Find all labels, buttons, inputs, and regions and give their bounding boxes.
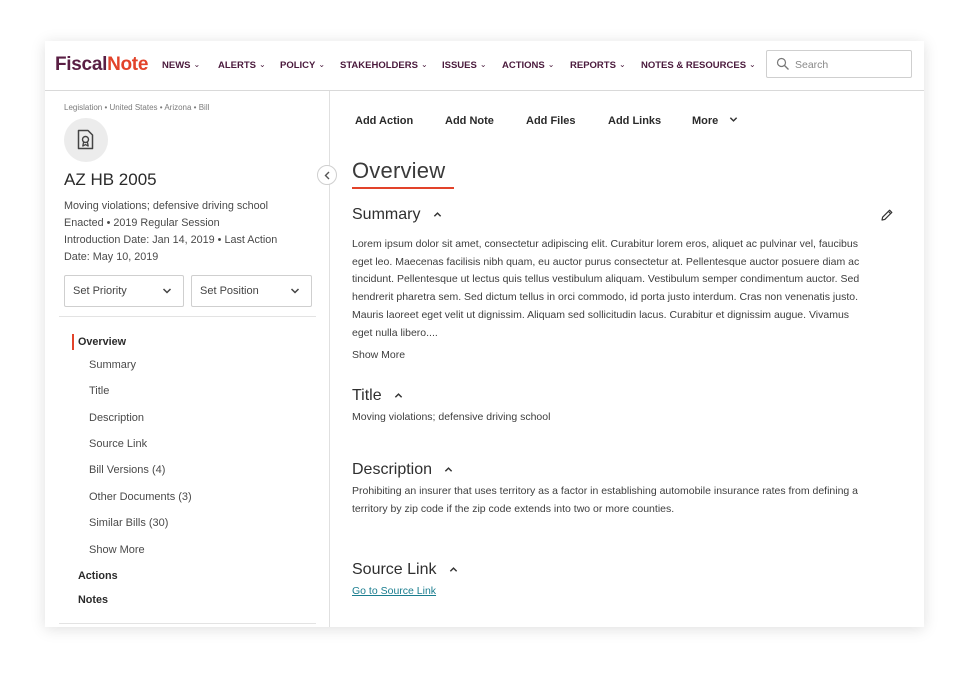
nav-label: NEWS [162,60,191,71]
nav-notes-resources[interactable]: NOTES & RESOURCES ⌄ [641,60,756,71]
toc-show-more[interactable]: Show More [89,544,145,556]
nav-stakeholders[interactable]: STAKEHOLDERS ⌄ [340,60,428,71]
search-icon [776,57,789,70]
divider [59,316,316,317]
search-input[interactable] [793,56,907,74]
nav-news[interactable]: NEWS ⌄ [162,60,200,71]
nav-label: ACTIONS [502,60,545,71]
summary-line: eget nulla libero.... [352,326,438,339]
description-text: Prohibiting an insurer that uses territo… [352,483,908,518]
bill-dates-line2: Date: May 10, 2019 [64,251,159,263]
description-line: territory by zip code if the zip code ex… [352,502,675,515]
more-label: More [692,115,719,127]
chevron-up-icon [394,393,403,399]
bill-document-avatar [64,118,108,162]
nav-reports[interactable]: REPORTS ⌄ [570,60,626,71]
logo-text-fiscal: Fiscal [55,54,108,75]
summary-line: eget leo. Maecenas facilisis nibh quam, … [352,255,860,268]
section-title: Summary [352,206,421,223]
dropdown-label: Set Priority [73,285,127,297]
title-section-toggle[interactable]: Title [352,387,403,405]
breadcrumb: Legislation • United States • Arizona • … [64,103,210,112]
nav-alerts[interactable]: ALERTS ⌄ [218,60,266,71]
chevron-down-icon: ⌄ [420,60,428,69]
bill-status: Enacted • 2019 Regular Session [64,217,220,229]
toc-description[interactable]: Description [89,412,144,424]
summary-line: Mauris laoreet eget velit ut dignissim. … [352,308,850,321]
summary-text: Lorem ipsum dolor sit amet, consectetur … [352,236,908,342]
bill-sidebar: Legislation • United States • Arizona • … [45,91,330,627]
toc-other-documents[interactable]: Other Documents (3) [89,491,192,503]
chevron-up-icon [433,212,442,218]
show-more-link[interactable]: Show More [352,349,405,361]
toc-similar-bills[interactable]: Similar Bills (30) [89,517,168,529]
page-title: Overview [352,158,446,183]
section-title: Source Link [352,561,437,578]
bill-detail-main: Add Action Add Note Add Files Add Links … [330,91,924,627]
chevron-down-icon: ⌄ [193,60,201,69]
chevron-left-icon [324,171,330,180]
dropdown-label: Set Position [200,285,259,297]
chevron-down-icon: ⌄ [547,60,555,69]
set-priority-dropdown[interactable]: Set Priority [64,275,184,307]
pencil-icon[interactable] [880,208,894,222]
chevron-up-icon [449,567,458,573]
summary-line: tincidunt. Pellentesque ut lectus quis t… [352,273,860,286]
nav-label: REPORTS [570,60,616,71]
top-nav-bar: FiscalNote NEWS ⌄ ALERTS ⌄ POLICY ⌄ STAKEHO… [45,41,924,91]
document-icon [77,129,94,150]
add-files-button[interactable]: Add Files [526,115,576,127]
toc-actions[interactable]: Actions [78,570,118,582]
set-position-dropdown[interactable]: Set Position [191,275,312,307]
description-section-toggle[interactable]: Description [352,461,453,479]
chevron-up-icon [445,467,453,473]
description-line: Prohibiting an insurer that uses territo… [352,485,859,497]
add-note-button[interactable]: Add Note [445,115,494,127]
collapse-sidebar-button[interactable] [317,165,337,185]
chevron-down-icon [162,288,172,294]
divider [59,623,316,624]
bill-id-title: AZ HB 2005 [64,170,157,189]
chevron-down-icon: ⌄ [259,60,266,69]
bill-dates-line1: Introduction Date: Jan 14, 2019 • Last A… [64,234,278,246]
section-title: Title [352,387,382,404]
active-indicator [72,334,74,350]
chevron-down-icon: ⌄ [618,60,626,69]
summary-section-toggle[interactable]: Summary [352,206,442,224]
toc-summary[interactable]: Summary [89,359,136,371]
chevron-down-icon [290,288,300,294]
toc-overview[interactable]: Overview [78,336,126,348]
toc-notes[interactable]: Notes [78,594,108,606]
nav-label: POLICY [280,60,316,71]
title-underline [352,187,454,189]
chevron-down-icon: ⌄ [318,60,326,69]
go-to-source-link[interactable]: Go to Source Link [352,585,436,597]
toc-bill-versions[interactable]: Bill Versions (4) [89,464,165,476]
fiscalnote-logo[interactable]: FiscalNote [55,54,148,76]
app-window: FiscalNote NEWS ⌄ ALERTS ⌄ POLICY ⌄ STAKEHO… [45,41,924,627]
source-link-section-toggle[interactable]: Source Link [352,561,458,579]
search-box[interactable] [766,50,912,78]
add-action-button[interactable]: Add Action [355,115,413,127]
title-text: Moving violations; defensive driving sch… [352,411,551,423]
logo-text-note: Note [107,54,149,75]
nav-label: NOTES & RESOURCES [641,60,747,71]
section-title: Description [352,461,433,478]
nav-policy[interactable]: POLICY ⌄ [280,60,325,71]
nav-label: ALERTS [218,60,256,71]
summary-line: hendrerit pharetra sem. Sed dictum tellu… [352,291,858,304]
nav-label: STAKEHOLDERS [340,60,418,71]
chevron-down-icon [730,117,738,122]
toc-title[interactable]: Title [89,385,109,397]
nav-actions[interactable]: ACTIONS ⌄ [502,60,554,71]
chevron-down-icon: ⌄ [479,60,487,69]
bill-short-title: Moving violations; defensive driving sch… [64,200,269,212]
nav-label: ISSUES [442,60,477,71]
nav-issues[interactable]: ISSUES ⌄ [442,60,487,71]
toc-source-link[interactable]: Source Link [89,438,147,450]
add-links-button[interactable]: Add Links [608,115,661,127]
summary-line: Lorem ipsum dolor sit amet, consectetur … [352,238,858,250]
chevron-down-icon: ⌄ [749,60,756,69]
more-actions-button[interactable]: More [692,115,738,127]
